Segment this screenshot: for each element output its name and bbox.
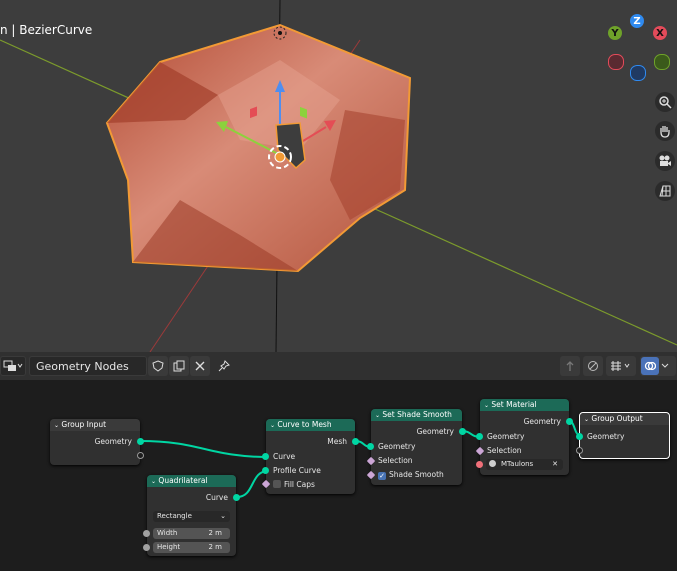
parent-node-tree-icon[interactable] — [560, 356, 580, 376]
input-geometry-socket[interactable] — [576, 433, 583, 440]
node-header[interactable]: ⌄ Set Material — [480, 399, 569, 411]
input-selection-label: Selection — [378, 456, 413, 465]
node-group-output[interactable]: ⌄ Group Output Geometry — [576, 412, 670, 459]
fill-caps-checkbox[interactable]: Fill Caps — [273, 480, 315, 489]
overlays-icon — [641, 357, 659, 375]
output-geometry-socket[interactable] — [459, 428, 466, 435]
editor-type-selector[interactable] — [0, 356, 26, 376]
input-profile-socket[interactable] — [262, 467, 269, 474]
z-axis-ball[interactable]: Z — [630, 14, 644, 28]
input-profile-label: Profile Curve — [273, 466, 321, 475]
width-field[interactable]: Width 2 m — [153, 528, 230, 539]
neg-y-axis-ball[interactable] — [654, 54, 670, 70]
snapping-dropdown[interactable] — [606, 356, 636, 376]
node-header[interactable]: ⌄ Curve to Mesh — [266, 419, 355, 431]
y-axis-ball[interactable]: Y — [608, 26, 622, 40]
chevron-down-icon — [661, 363, 669, 368]
overlays-dropdown[interactable] — [640, 356, 676, 376]
close-icon[interactable] — [190, 356, 210, 376]
shield-icon[interactable] — [148, 356, 168, 376]
node-set-shade-smooth[interactable]: ⌄ Set Shade Smooth Geometry Geometry Sel… — [366, 409, 466, 485]
scene-canvas[interactable] — [0, 0, 677, 352]
node-group-input[interactable]: ⌄ Group Input Geometry — [50, 419, 144, 465]
node-header[interactable]: ⌄ Group Output — [580, 413, 669, 425]
output-mesh-socket[interactable] — [352, 438, 359, 445]
node-editor-header: Geometry Nodes — [0, 352, 677, 380]
clear-material-icon[interactable]: ✕ — [552, 459, 558, 470]
mode-dropdown[interactable]: Rectangle ⌄ — [153, 511, 230, 522]
output-empty-socket[interactable] — [137, 452, 144, 459]
node-set-material[interactable]: ⌄ Set Material Geometry Geometry Selecti… — [475, 399, 573, 475]
pin-icon[interactable] — [214, 356, 234, 376]
node-quadrilateral[interactable]: ⌄ Quadrilateral Curve Rectangle ⌄ Width 2 … — [143, 475, 240, 556]
input-selection-label: Selection — [487, 446, 522, 455]
hand-pan-icon[interactable] — [655, 121, 675, 141]
input-geometry-socket[interactable] — [476, 433, 483, 440]
input-empty-socket[interactable] — [576, 447, 583, 454]
output-curve-label: Curve — [205, 493, 228, 502]
output-geometry-label: Geometry — [94, 437, 132, 446]
output-geometry-label: Geometry — [416, 427, 454, 436]
input-geometry-label: Geometry — [487, 432, 525, 441]
input-curve-socket[interactable] — [262, 453, 269, 460]
output-curve-socket[interactable] — [233, 494, 240, 501]
output-geometry-socket[interactable] — [137, 438, 144, 445]
neg-x-axis-ball[interactable] — [608, 54, 624, 70]
node-header[interactable]: ⌄ Group Input — [50, 419, 140, 431]
material-socket[interactable] — [476, 461, 483, 468]
camera-icon[interactable] — [655, 151, 675, 171]
input-geometry-label: Geometry — [378, 442, 416, 451]
node-header[interactable]: ⌄ Quadrilateral — [147, 475, 236, 487]
object-title: n | BezierCurve — [0, 23, 93, 37]
input-geometry-label: Geometry — [587, 432, 625, 441]
link-icon[interactable] — [583, 356, 603, 376]
node-curve-to-mesh[interactable]: ⌄ Curve to Mesh Mesh Curve Profile Curve… — [261, 419, 359, 494]
grid-icon[interactable] — [655, 181, 675, 201]
shade-smooth-checkbox[interactable]: ✓ Shade Smooth — [378, 470, 444, 480]
input-geometry-socket[interactable] — [367, 443, 374, 450]
duplicate-icon[interactable] — [169, 356, 189, 376]
neg-z-axis-ball[interactable] — [630, 65, 646, 81]
3d-viewport[interactable]: n | BezierCurve Z Y X — [0, 0, 677, 352]
input-curve-label: Curve — [273, 452, 296, 461]
node-header[interactable]: ⌄ Set Shade Smooth — [371, 409, 462, 421]
material-field[interactable]: MTaulons ✕ — [486, 459, 563, 470]
node-editor-canvas[interactable]: ⌄ Group Input Geometry ⌄ Quadrilateral C… — [0, 380, 677, 571]
node-group-name-field[interactable]: Geometry Nodes — [29, 356, 147, 376]
output-geometry-label: Geometry — [523, 417, 561, 426]
zoom-icon[interactable] — [655, 92, 675, 112]
output-mesh-label: Mesh — [327, 437, 347, 446]
link-input-to-curvetomesh — [139, 440, 269, 458]
navigation-gizmo[interactable]: Z Y X — [600, 12, 675, 82]
height-field[interactable]: Height 2 m — [153, 542, 230, 553]
material-sphere-icon — [489, 460, 496, 467]
height-socket[interactable] — [143, 544, 150, 551]
x-axis-ball[interactable]: X — [653, 26, 667, 40]
output-geometry-socket[interactable] — [566, 418, 573, 425]
width-socket[interactable] — [143, 530, 150, 537]
